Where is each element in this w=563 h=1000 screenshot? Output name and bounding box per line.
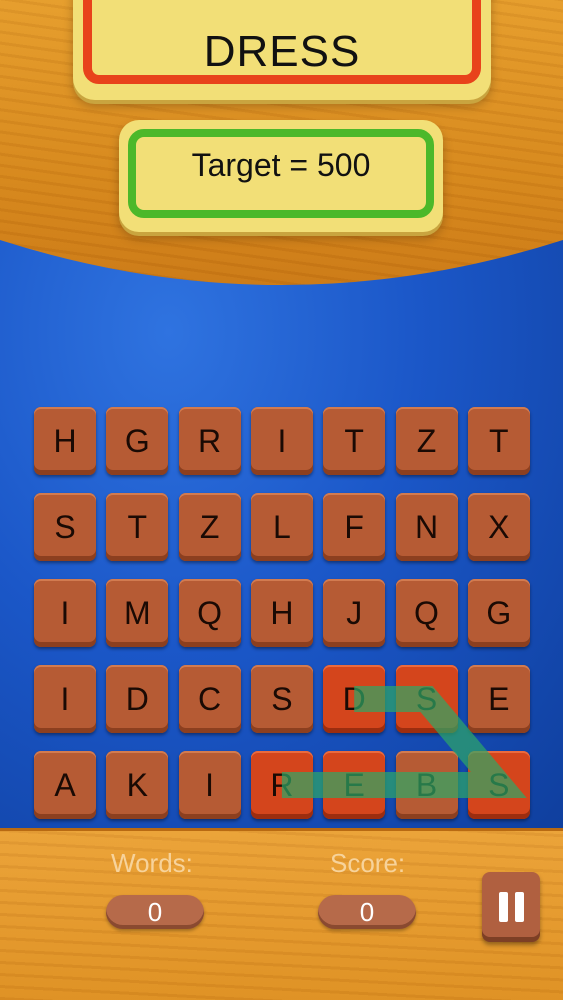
letter-tile[interactable]: D — [106, 665, 169, 733]
letter-tile[interactable]: A — [34, 751, 96, 819]
current-word: DRESS — [203, 27, 361, 76]
letter-tile[interactable]: T — [467, 407, 530, 475]
letter-tile[interactable]: G — [467, 579, 530, 647]
letter-tile[interactable]: H — [34, 407, 96, 475]
letter-tile[interactable]: E — [467, 665, 530, 733]
bottom-wood-panel — [0, 828, 563, 1000]
letter-tile[interactable]: Q — [395, 579, 458, 647]
pause-icon — [498, 892, 508, 922]
pause-button[interactable] — [482, 872, 540, 942]
letter-tile[interactable]: I — [250, 407, 313, 475]
letter-tile[interactable]: I — [34, 579, 96, 647]
letter-tile[interactable]: Q — [178, 579, 241, 647]
letter-tile[interactable]: R — [178, 407, 241, 475]
letter-tile[interactable]: S — [250, 665, 313, 733]
letter-tile[interactable]: J — [323, 579, 386, 647]
letter-tile[interactable]: T — [106, 493, 169, 561]
letter-tile[interactable]: Z — [395, 407, 458, 475]
pause-icon-bar — [514, 892, 524, 922]
score-counter: 0 — [318, 895, 416, 929]
letter-tile[interactable]: C — [178, 665, 241, 733]
current-word-box: DRESS — [73, 0, 491, 100]
letter-tile[interactable]: D — [323, 665, 386, 733]
letter-tile[interactable]: K — [106, 751, 169, 819]
letter-grid: HGRITZTSTZLFNXIMQHJQGIDCSDSEAKIREBS — [34, 407, 534, 819]
letter-tile[interactable]: S — [467, 751, 530, 819]
target-box: Target = 500 — [119, 120, 443, 232]
letter-tile[interactable]: B — [395, 751, 458, 819]
letter-tile[interactable]: X — [467, 493, 530, 561]
letter-tile[interactable]: M — [106, 579, 169, 647]
letter-tile[interactable]: N — [395, 493, 458, 561]
letter-tile[interactable]: Z — [178, 493, 241, 561]
target-label: Target = 500 — [191, 147, 371, 183]
words-counter: 0 — [106, 895, 204, 929]
selection-path-line — [281, 686, 527, 798]
current-word-frame: DRESS — [83, 0, 481, 84]
letter-tile[interactable]: S — [34, 493, 96, 561]
letter-tile[interactable]: S — [395, 665, 458, 733]
letter-tile[interactable]: L — [250, 493, 313, 561]
words-value: 0 — [147, 896, 163, 927]
letter-tile[interactable]: H — [250, 579, 313, 647]
letter-tile[interactable]: I — [178, 751, 241, 819]
letter-tile[interactable]: E — [323, 751, 386, 819]
score-value: 0 — [359, 896, 375, 927]
letter-tile[interactable]: T — [323, 407, 386, 475]
letter-tile[interactable]: R — [250, 751, 313, 819]
letter-tile[interactable]: I — [34, 665, 96, 733]
letter-tile[interactable]: G — [106, 407, 169, 475]
target-frame: Target = 500 — [128, 129, 434, 218]
letter-tile[interactable]: F — [323, 493, 386, 561]
words-label: Words: — [111, 848, 193, 878]
score-label: Score: — [330, 848, 406, 878]
